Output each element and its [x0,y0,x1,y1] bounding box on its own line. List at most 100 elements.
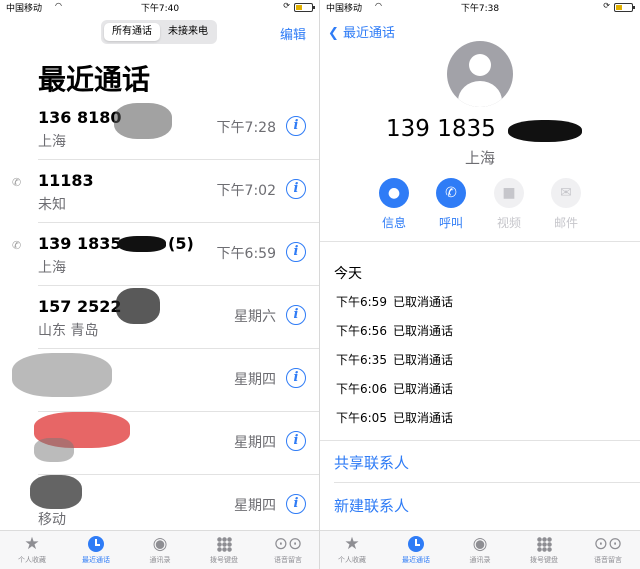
back-label: 最近通话 [343,26,396,41]
star-icon: ★ [24,534,40,554]
call-log-entry: 下午6:56 已取消通话 [336,324,453,338]
mail-icon: ✉ [551,178,581,208]
incoming-call-icon: ✆ [12,239,22,252]
call-time: 星期四 [234,435,276,451]
call-location: 上海 [38,134,66,150]
chevron-left-icon: ❮ [328,26,339,41]
recents-screen: 中国移动 ◠ 下午7:40 ⟳ 所有通话 未接来电 编辑 最近通话 136 81… [0,0,320,569]
call-log-entry: 下午6:59 已取消通话 [336,295,453,309]
call-time: 星期四 [234,372,276,388]
call-time: 下午7:28 [216,120,276,136]
call-count: (5) [168,234,194,253]
tab-recents[interactable]: 最近通话 [64,533,128,565]
call-log-entry: 下午6:06 已取消通话 [336,382,453,396]
rotation-lock-icon: ⟳ [603,1,610,10]
tab-voicemail[interactable]: ⊙⊙ 语音留言 [576,533,640,565]
contact-location: 上海 [464,149,495,167]
tab-favorites[interactable]: ★ 个人收藏 [320,533,384,565]
call-number: 157 2522 [38,297,122,316]
tab-keypad[interactable]: 拨号键盘 [512,533,576,565]
back-button[interactable]: ❮ 最近通话 [328,22,395,41]
status-bar: 中国移动 ◠ 下午7:38 ⟳ [320,0,640,14]
mail-button[interactable]: ✉ 邮件 [546,178,586,231]
section-divider [320,241,640,242]
tab-keypad[interactable]: 拨号键盘 [192,533,256,565]
contact-number: 139 1835 [386,116,496,142]
call-time: 下午7:02 [216,183,276,199]
share-contact-button[interactable]: 共享联系人 [334,452,409,473]
call-row[interactable]: 星期四 i [0,412,320,475]
person-circle-icon: ◉ [472,534,488,554]
info-icon[interactable]: i [286,305,306,325]
call-log-date: 今天 [334,266,362,282]
video-icon: ■ [494,178,524,208]
call-time: 星期六 [234,309,276,325]
voicemail-icon: ⊙⊙ [593,534,623,554]
redaction-mark [118,236,166,252]
video-button[interactable]: ■ 视频 [489,178,529,231]
new-contact-button[interactable]: 新建联系人 [334,495,409,516]
avatar [447,41,513,107]
call-log-entry: 下午6:05 已取消通话 [336,411,453,425]
segment-all-calls[interactable]: 所有通话 [104,23,160,41]
redaction-mark [508,120,582,142]
section-divider [320,440,640,441]
redaction-mark [114,103,172,139]
keypad-icon [192,533,256,555]
call-number: 11183 [38,171,94,190]
call-location: 移动 [38,512,66,528]
call-row[interactable]: 157 2522 山东 青岛 星期六 i [0,286,320,349]
tab-contacts[interactable]: ◉ 通讯录 [448,533,512,565]
info-icon[interactable]: i [286,368,306,388]
calls-filter-segmented: 所有通话 未接来电 [101,20,217,44]
tab-bar: ★ 个人收藏 最近通话 ◉ 通讯录 拨号键盘 ⊙⊙ 语音留言 [0,530,320,569]
battery-icon [614,3,635,12]
tab-voicemail[interactable]: ⊙⊙ 语音留言 [256,533,320,565]
tab-contacts[interactable]: ◉ 通讯录 [128,533,192,565]
segment-missed-calls[interactable]: 未接来电 [161,23,215,41]
message-button[interactable]: ● 信息 [374,178,414,231]
call-number: 139 1835 [38,234,122,253]
rotation-lock-icon: ⟳ [283,1,290,10]
call-time: 星期四 [234,498,276,514]
call-location: 未知 [38,197,66,213]
call-location: 上海 [38,260,66,276]
phone-icon: ✆ [436,178,466,208]
person-circle-icon: ◉ [152,534,168,554]
call-row[interactable]: ✆ 139 1835 (5) 上海 下午6:59 i [0,223,320,286]
incoming-call-icon: ✆ [12,176,22,189]
message-icon: ● [379,178,409,208]
info-icon[interactable]: i [286,116,306,136]
redaction-mark [30,475,82,509]
status-time: 下午7:40 [140,4,180,14]
info-icon[interactable]: i [286,431,306,451]
call-row[interactable]: ✆ 11183 未知 下午7:02 i [0,160,320,223]
call-location: 山东 青岛 [38,323,99,339]
section-divider [334,482,640,483]
status-bar: 中国移动 ◠ 下午7:40 ⟳ [0,0,320,14]
keypad-icon [512,533,576,555]
call-row[interactable]: 移动 星期四 i [0,475,320,538]
info-icon[interactable]: i [286,179,306,199]
clock-icon [64,533,128,555]
edit-button[interactable]: 编辑 [280,24,306,43]
call-row[interactable]: 136 8180 上海 下午7:28 i [0,97,320,160]
battery-icon [294,3,315,12]
clock-icon [384,533,448,555]
contact-detail-screen: 中国移动 ◠ 下午7:38 ⟳ ❮ 最近通话 139 1835 上海 ● 信息 … [320,0,640,569]
redaction-mark [116,288,160,324]
status-time: 下午7:38 [460,4,500,14]
call-button[interactable]: ✆ 呼叫 [431,178,471,231]
tab-bar: ★ 个人收藏 最近通话 ◉ 通讯录 拨号键盘 ⊙⊙ 语音留言 [320,530,640,569]
tab-recents[interactable]: 最近通话 [384,533,448,565]
redaction-mark [34,438,74,462]
redaction-mark [12,353,112,397]
voicemail-icon: ⊙⊙ [273,534,303,554]
tab-favorites[interactable]: ★ 个人收藏 [0,533,64,565]
star-icon: ★ [344,534,360,554]
call-number: 136 8180 [38,108,122,127]
call-time: 下午6:59 [216,246,276,262]
info-icon[interactable]: i [286,494,306,514]
call-row[interactable]: 星期四 i [0,349,320,412]
info-icon[interactable]: i [286,242,306,262]
